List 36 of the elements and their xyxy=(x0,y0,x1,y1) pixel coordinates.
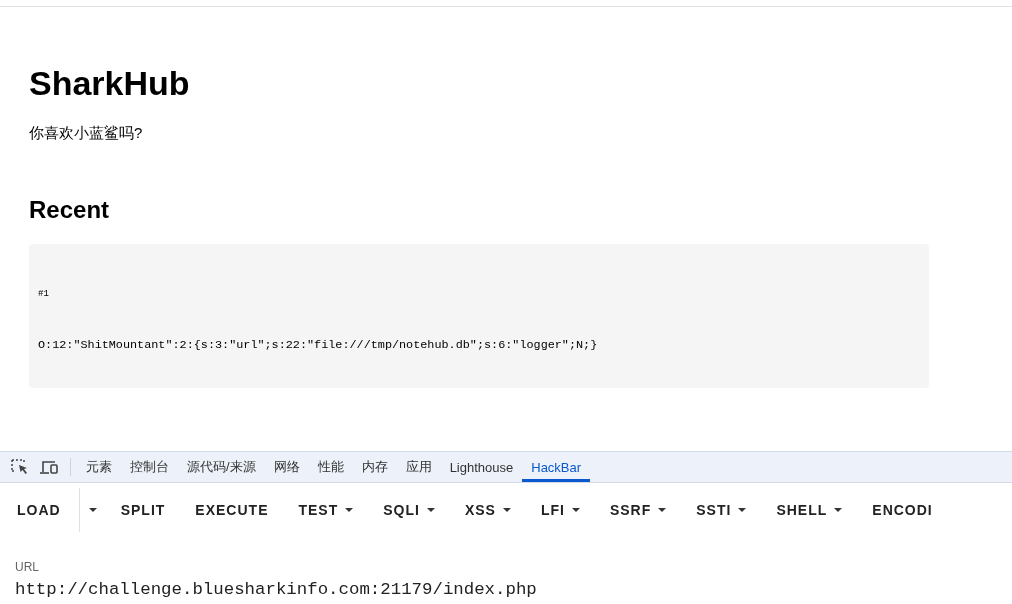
inspect-icon[interactable] xyxy=(11,459,29,475)
menu-button[interactable]: SSRF xyxy=(594,487,682,532)
caret-icon xyxy=(738,507,747,512)
devtools-tab[interactable]: 性能 xyxy=(308,452,353,482)
caret-icon xyxy=(502,507,511,512)
url-label: URL xyxy=(15,560,39,574)
devtools-tab[interactable]: 内存 xyxy=(352,452,397,482)
caret-icon xyxy=(571,507,580,512)
toolbar-button[interactable]: EXECUTE xyxy=(180,487,284,532)
menu-button[interactable]: SHELL xyxy=(761,487,858,532)
device-toolbar-icon[interactable] xyxy=(39,459,59,475)
toolbar-button[interactable]: ENCODI xyxy=(857,487,948,532)
entry-label: #1 xyxy=(38,288,49,301)
devtools-tab[interactable]: Lighthouse xyxy=(440,452,523,482)
section-heading: Recent xyxy=(29,195,110,225)
caret-icon xyxy=(658,507,667,512)
devtools-tab[interactable]: HackBar xyxy=(522,452,591,482)
toolbar-button[interactable]: SPLIT xyxy=(105,487,181,532)
devtools-tab[interactable]: 元素 xyxy=(77,452,121,482)
page-subtitle: 你喜欢小蓝鲨吗? xyxy=(29,124,143,142)
caret-icon xyxy=(834,507,843,512)
devtools-tab[interactable]: 应用 xyxy=(396,452,441,482)
menu-button[interactable]: XSS xyxy=(449,487,526,532)
menu-button[interactable]: LFI xyxy=(525,487,595,532)
toolbar-button[interactable]: LOAD xyxy=(2,487,79,532)
menu-button[interactable]: SQLI xyxy=(368,487,450,532)
serialized-text: O:12:"ShitMountant":2:{s:3:"url";s:22:"file:///tmp/notehub.db";s:6:"logger";N;} xyxy=(38,337,598,353)
devtools-tab[interactable]: 控制台 xyxy=(121,452,178,482)
menu-button[interactable]: SSTI xyxy=(681,487,762,532)
caret-icon xyxy=(426,507,435,512)
devtools-tab[interactable]: 网络 xyxy=(264,452,309,482)
page-title: SharkHub xyxy=(29,63,190,103)
caret-icon xyxy=(345,507,354,512)
devtools-tab[interactable]: 源代码/来源 xyxy=(178,452,265,482)
menu-button[interactable]: TEST xyxy=(283,487,369,532)
url-field[interactable]: http://challenge.bluesharkinfo.com:21179/index.php xyxy=(15,580,537,599)
